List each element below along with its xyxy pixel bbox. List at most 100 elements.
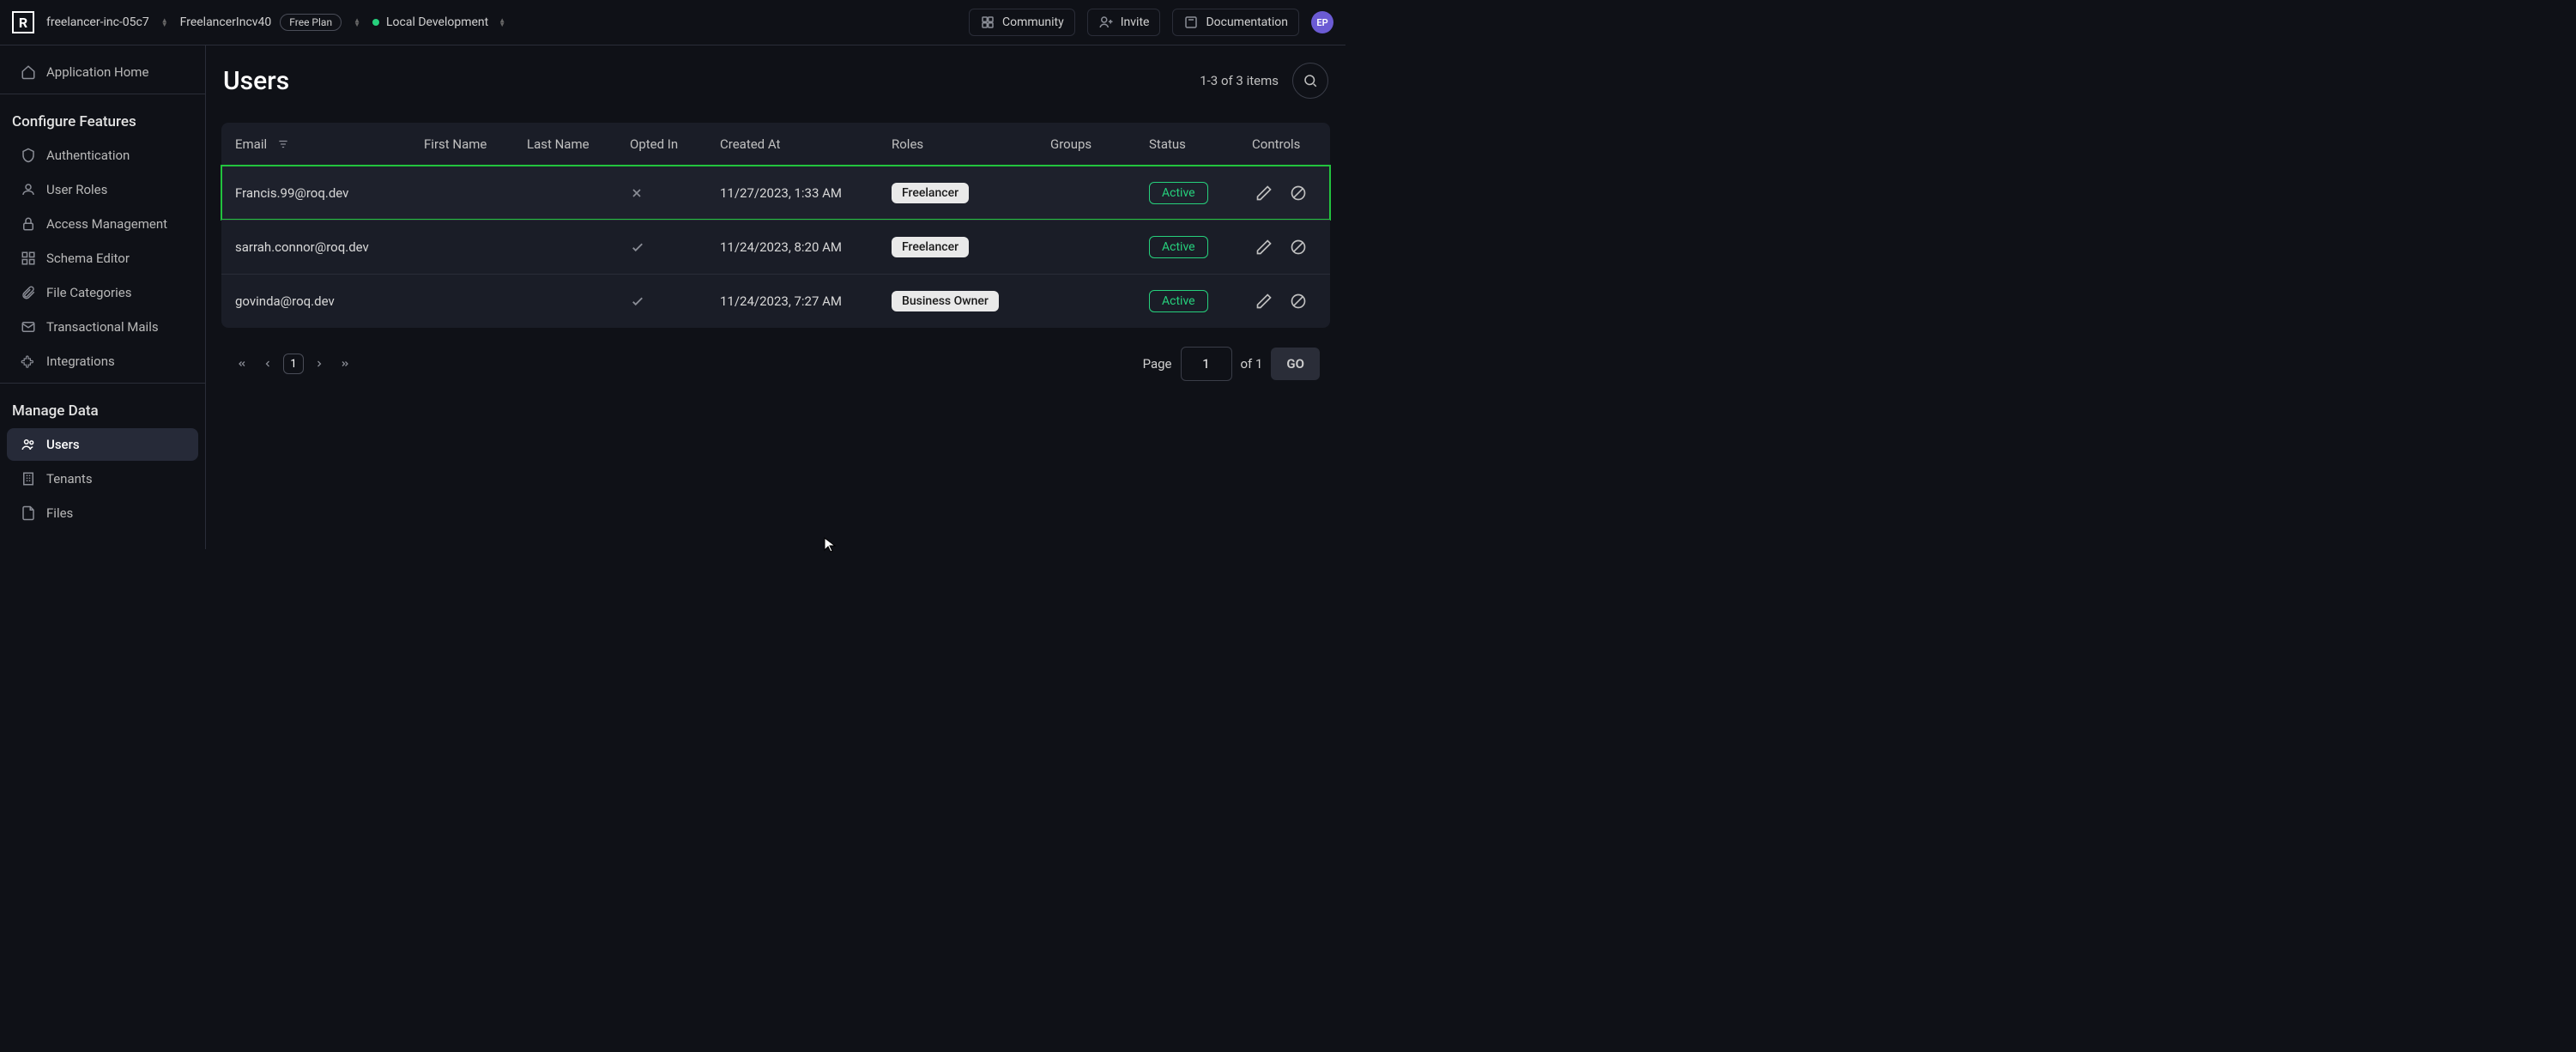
- status-chip: Active: [1149, 182, 1208, 204]
- documentation-button[interactable]: Documentation: [1172, 9, 1299, 36]
- status-dot-icon: [372, 19, 379, 26]
- search-button[interactable]: [1292, 63, 1328, 99]
- invite-label: Invite: [1121, 15, 1150, 29]
- col-groups[interactable]: Groups: [1050, 136, 1149, 152]
- community-button[interactable]: Community: [969, 9, 1075, 36]
- sidebar-item-home[interactable]: Application Home: [7, 56, 198, 88]
- plan-badge: Free Plan: [280, 14, 342, 31]
- avatar[interactable]: EP: [1311, 11, 1333, 33]
- sidebar-item-tenants[interactable]: Tenants: [7, 463, 198, 495]
- cell-created-at: 11/27/2023, 1:33 AM: [720, 185, 892, 201]
- page-of: of 1: [1241, 356, 1263, 372]
- cell-email: Francis.99@roq.dev: [235, 185, 424, 201]
- sidebar-item-users[interactable]: Users: [7, 428, 198, 461]
- edit-icon[interactable]: [1255, 239, 1273, 256]
- users-table: Email First Name Last Name Opted In Crea…: [221, 123, 1330, 328]
- page-label: Page: [1143, 356, 1172, 372]
- sidebar-item-transactional-mails[interactable]: Transactional Mails: [7, 311, 198, 343]
- role-chip: Freelancer: [892, 183, 969, 203]
- col-first-name[interactable]: First Name: [424, 136, 527, 152]
- users-icon: [21, 437, 36, 452]
- table-row[interactable]: sarrah.connor@roq.dev11/24/2023, 8:20 AM…: [221, 220, 1330, 274]
- status-chip: Active: [1149, 290, 1208, 312]
- cell-created-at: 11/24/2023, 7:27 AM: [720, 293, 892, 309]
- paperclip-icon: [21, 285, 36, 300]
- cell-email: govinda@roq.dev: [235, 293, 424, 309]
- avatar-initials: EP: [1316, 17, 1327, 28]
- shield-icon: [21, 148, 36, 163]
- invite-button[interactable]: Invite: [1087, 9, 1161, 36]
- search-icon: [1303, 73, 1318, 88]
- documentation-label: Documentation: [1206, 15, 1288, 29]
- sidebar-item-label: Authentication: [46, 148, 130, 163]
- cell-created-at: 11/24/2023, 8:20 AM: [720, 239, 892, 255]
- chevron-right-icon: [314, 359, 324, 369]
- ban-icon[interactable]: [1290, 293, 1307, 310]
- pagination-first[interactable]: [232, 354, 252, 374]
- pagination-prev[interactable]: [257, 354, 278, 374]
- col-status[interactable]: Status: [1149, 136, 1252, 152]
- project-switcher[interactable]: FreelancerIncv40 Free Plan ▲▼: [180, 14, 360, 31]
- org-switcher[interactable]: freelancer-inc-05c7 ▲▼: [46, 15, 168, 29]
- pagination-page-1[interactable]: 1: [283, 354, 304, 374]
- sidebar-item-label: Tenants: [46, 471, 93, 487]
- sidebar-item-label: Users: [46, 437, 80, 452]
- cursor-icon: [824, 537, 836, 553]
- sidebar-item-schema-editor[interactable]: Schema Editor: [7, 242, 198, 275]
- ban-icon[interactable]: [1290, 239, 1307, 256]
- lock-icon: [21, 216, 36, 232]
- home-icon: [21, 64, 36, 80]
- org-name: freelancer-inc-05c7: [46, 15, 149, 29]
- filter-icon[interactable]: [277, 138, 289, 150]
- env-name: Local Development: [386, 15, 488, 29]
- check-icon: [630, 293, 720, 309]
- sidebar-item-files[interactable]: Files: [7, 497, 198, 529]
- puzzle-icon: [21, 354, 36, 369]
- edit-icon[interactable]: [1255, 184, 1273, 202]
- table-header: Email First Name Last Name Opted In Crea…: [221, 123, 1330, 166]
- sidebar-item-label: Application Home: [46, 64, 148, 80]
- file-icon: [21, 505, 36, 521]
- status-chip: Active: [1149, 236, 1208, 258]
- page-title: Users: [223, 66, 289, 96]
- col-email[interactable]: Email: [235, 136, 267, 152]
- sidebar-item-label: Transactional Mails: [46, 319, 159, 335]
- chevrons-left-icon: [237, 359, 247, 369]
- ban-icon[interactable]: [1290, 184, 1307, 202]
- sidebar-section-manage: Manage Data: [0, 389, 205, 426]
- sidebar-item-label: Integrations: [46, 354, 115, 369]
- page-input[interactable]: [1181, 347, 1232, 381]
- col-created-at[interactable]: Created At: [720, 136, 892, 152]
- mail-icon: [21, 319, 36, 335]
- chevrons-right-icon: [340, 359, 350, 369]
- col-roles[interactable]: Roles: [892, 136, 1050, 152]
- check-icon: [630, 239, 720, 255]
- go-button[interactable]: GO: [1271, 348, 1320, 380]
- pagination-next[interactable]: [309, 354, 330, 374]
- table-row[interactable]: govinda@roq.dev11/24/2023, 7:27 AMBusine…: [221, 274, 1330, 328]
- role-chip: Freelancer: [892, 237, 969, 257]
- pagination-last[interactable]: [335, 354, 355, 374]
- sidebar-item-label: Files: [46, 505, 73, 521]
- edit-icon[interactable]: [1255, 293, 1273, 310]
- chevron-updown-icon: ▲▼: [499, 18, 505, 27]
- chevron-updown-icon: ▲▼: [161, 18, 168, 27]
- sidebar-item-label: User Roles: [46, 182, 107, 197]
- logo[interactable]: R: [12, 11, 34, 33]
- building-icon: [21, 471, 36, 487]
- sidebar-item-user-roles[interactable]: User Roles: [7, 173, 198, 206]
- sidebar-item-access-management[interactable]: Access Management: [7, 208, 198, 240]
- item-count: 1-3 of 3 items: [1200, 73, 1279, 88]
- col-last-name[interactable]: Last Name: [527, 136, 630, 152]
- env-switcher[interactable]: Local Development ▲▼: [372, 15, 505, 29]
- sidebar-item-integrations[interactable]: Integrations: [7, 345, 198, 378]
- sidebar-item-authentication[interactable]: Authentication: [7, 139, 198, 172]
- sidebar-item-label: File Categories: [46, 285, 131, 300]
- sidebar-section-configure: Configure Features: [0, 100, 205, 137]
- table-row[interactable]: Francis.99@roq.dev 11/27/2023, 1:33 AMFre…: [221, 166, 1330, 220]
- user-plus-icon: [1098, 15, 1114, 30]
- grid-icon: [21, 251, 36, 266]
- sidebar-item-file-categories[interactable]: File Categories: [7, 276, 198, 309]
- chevron-updown-icon: ▲▼: [354, 18, 360, 27]
- col-opted-in[interactable]: Opted In: [630, 136, 720, 152]
